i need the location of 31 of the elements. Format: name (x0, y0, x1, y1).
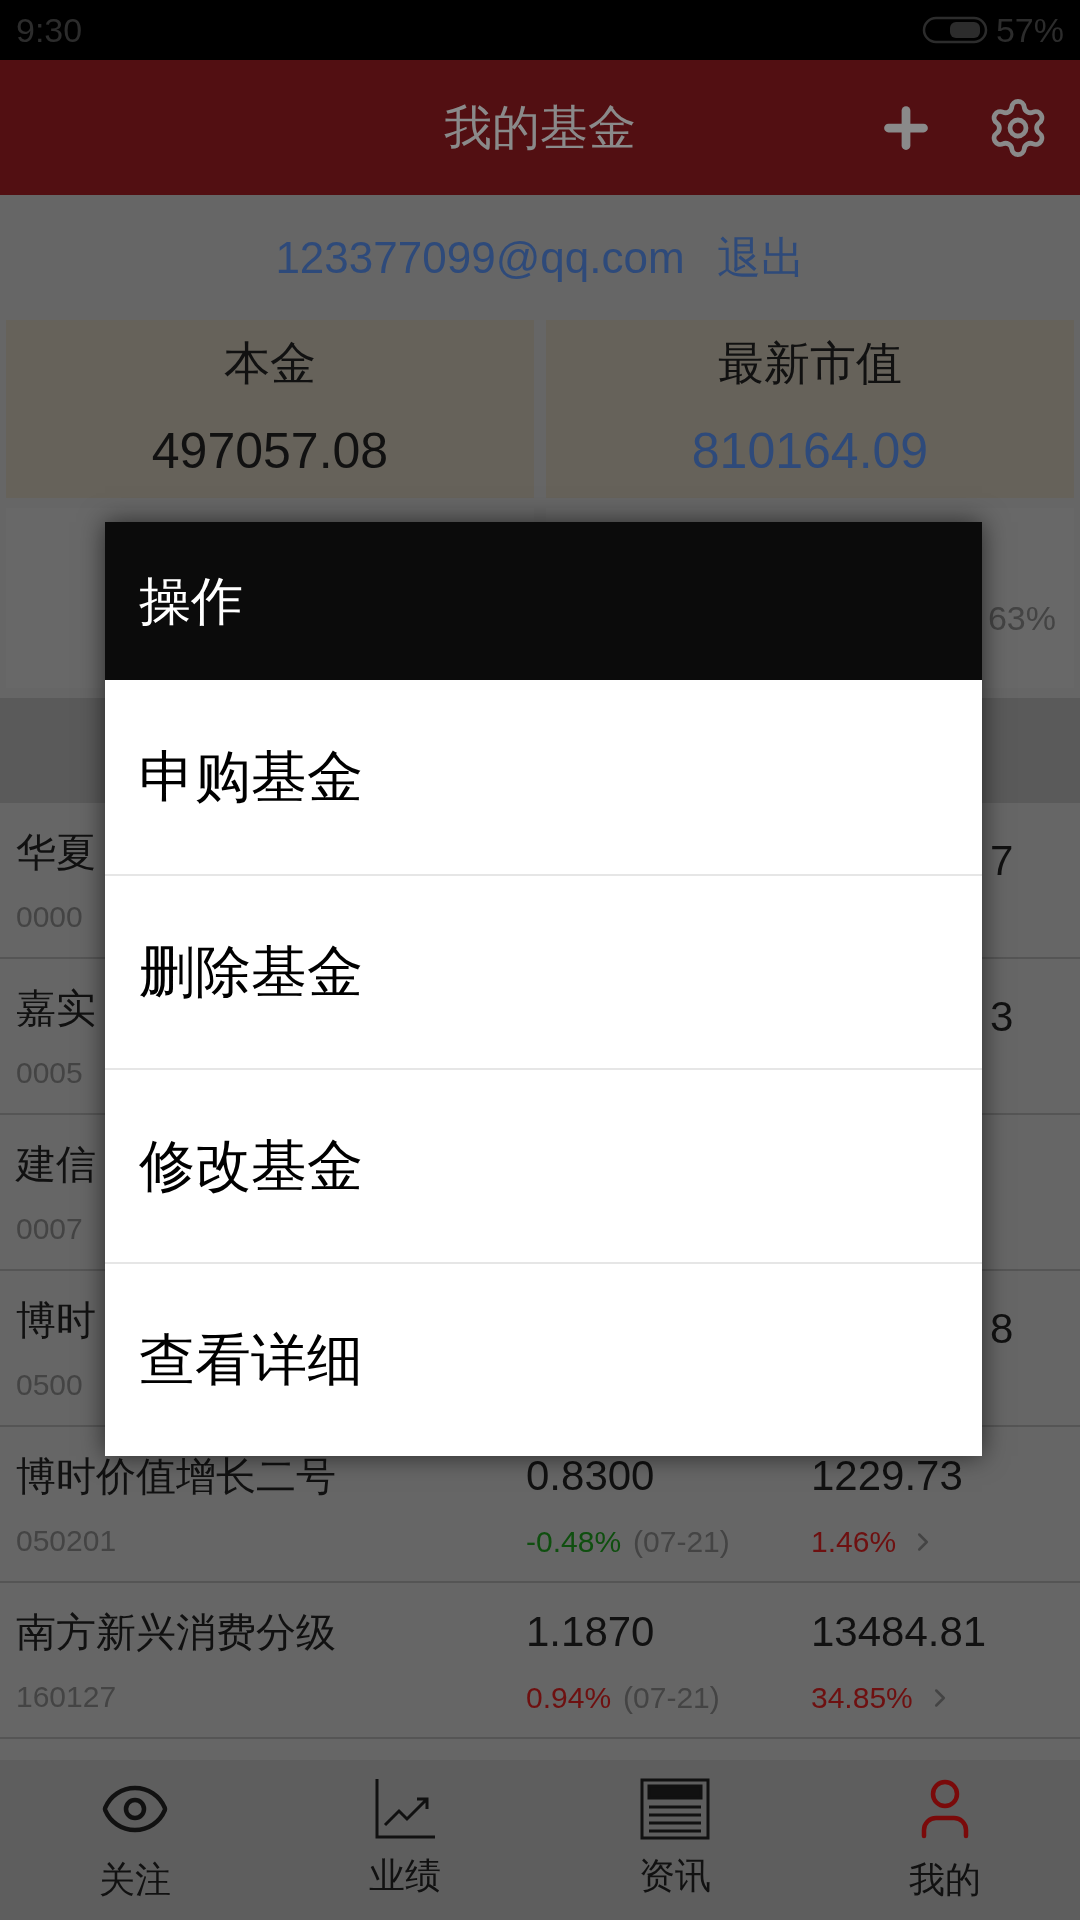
dialog-menu-item[interactable]: 删除基金 (105, 874, 982, 1068)
logout-link[interactable]: 退出 (716, 224, 805, 291)
dialog-title: 操作 (139, 571, 243, 632)
card-value: 497057.08 (151, 422, 389, 481)
fund-name: 华夏 (16, 828, 96, 876)
tab-item[interactable]: 资讯 (540, 1760, 810, 1920)
fund-name: 嘉实 (16, 984, 96, 1032)
fund-name: 建信 (16, 1140, 96, 1188)
dialog-menu-item[interactable]: 查看详细 (105, 1262, 982, 1456)
market-value: 3 (990, 992, 1014, 1040)
net-value: 1.1870 (526, 1607, 656, 1657)
market-value: 7 (990, 836, 1014, 884)
dialog-menu-item[interactable]: 修改基金 (105, 1068, 982, 1262)
total-return: 1.46% (811, 1524, 897, 1560)
daily-change: -0.48% (526, 1524, 622, 1560)
tab-item[interactable]: 关注 (0, 1760, 270, 1920)
tab-item[interactable]: 业绩 (270, 1760, 540, 1920)
market-value: 13484.81 (811, 1607, 987, 1657)
card-label: 本金 (224, 336, 316, 391)
market-value: 8 (990, 1304, 1014, 1352)
card-value: 810164.09 (691, 422, 929, 481)
total-return: 34.85% (811, 1680, 913, 1716)
tab-item[interactable]: 我的 (810, 1760, 1080, 1920)
battery-icon (921, 16, 988, 44)
account-email: 123377099@qq.com (275, 231, 685, 284)
page-title: 我的基金 (444, 99, 636, 156)
daily-change: 0.94% (526, 1680, 612, 1716)
dialog-menu-item[interactable]: 申购基金 (105, 680, 982, 874)
fund-name: 博时 (16, 1296, 96, 1344)
fund-name: 南方新兴消费分级 (16, 1608, 337, 1656)
card-label: 最新市值 (718, 336, 902, 391)
